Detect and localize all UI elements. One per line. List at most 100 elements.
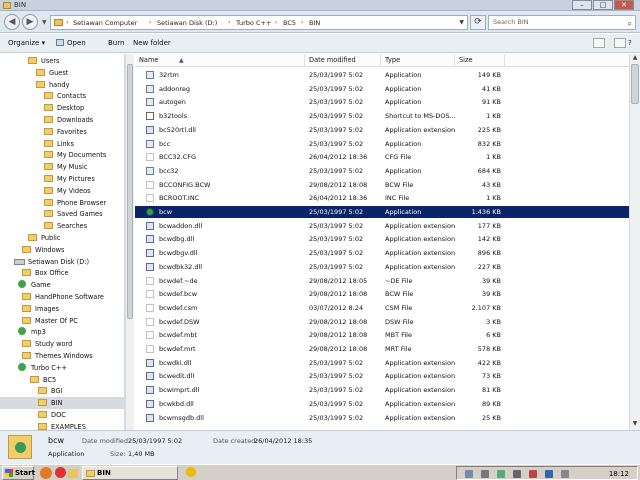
nav-item[interactable]: Box Office [0,267,124,279]
file-row[interactable]: bcwdef.bcw 29/08/2012 18:08 BCW File 39 KB [135,288,629,300]
breadcrumb-disk[interactable]: Setiawan Disk (D:) [157,19,217,27]
scroll-thumb[interactable] [631,64,639,104]
file-row[interactable]: bcc32 25/03/1997 5:02 Application 684 KB [135,165,629,177]
burn-button[interactable]: Burn [108,39,124,47]
nav-item[interactable]: Turbo C++ [0,362,124,374]
nav-scrollbar[interactable] [125,54,134,430]
taskbar-item-bin[interactable]: BIN [82,466,178,480]
nav-item[interactable]: Desktop [0,102,124,114]
preview-pane-button[interactable] [614,38,626,48]
file-row[interactable]: BCCONFIG.BCW 29/08/2012 18:08 BCW File 43 K… [135,179,629,191]
nav-scroll-thumb[interactable] [127,64,133,319]
tray-arrow-icon[interactable] [465,470,473,478]
column-type[interactable]: Type [381,54,455,67]
nav-item[interactable]: Contacts [0,90,124,102]
breadcrumb-separator[interactable]: › [228,19,230,26]
maximize-button[interactable]: □ [593,0,613,10]
file-list-scrollbar[interactable]: ▲ ▼ [629,54,640,430]
security-icon[interactable] [497,470,505,478]
bluetooth-icon[interactable] [545,470,553,478]
search-input[interactable]: Search BIN ⌕ [488,15,636,30]
close-button[interactable]: ✕ [614,0,634,10]
breadcrumb-turbo[interactable]: Turbo C++ [236,19,271,27]
nav-item[interactable]: Downloads [0,114,124,126]
nav-item[interactable]: Setiawan Disk (D:) [0,256,124,268]
nav-item[interactable]: BGI [0,385,124,397]
nav-item[interactable]: Saved Games [0,208,124,220]
start-button[interactable]: Start [2,466,35,480]
file-row[interactable]: bcc 25/03/1997 5:02 Application 832 KB [135,138,629,150]
open-button[interactable]: Open [67,39,86,47]
file-row[interactable]: bcwdef.mrt 29/08/2012 18:08 MRT File 578 KB [135,343,629,355]
title-bar[interactable]: BIN – □ ✕ [0,0,640,11]
nav-item[interactable]: BIN [0,397,124,410]
breadcrumb-separator[interactable]: › [275,19,277,26]
breadcrumb-bc5[interactable]: BC5 [283,19,296,27]
recent-pages-dropdown[interactable]: ▼ [42,19,47,26]
antivirus-icon[interactable] [529,470,537,478]
file-row[interactable]: BCROOT.INC 26/04/2012 18:36 INC File 1 KB [135,192,629,204]
nav-item[interactable]: Master Of PC [0,315,124,327]
file-row[interactable]: bcwdef.~de 29/08/2012 18:05 ~DE File 39 KB [135,275,629,287]
view-options-button[interactable] [593,38,605,48]
file-row[interactable]: bcwedit.dll 25/03/1997 5:02 Application ex… [135,370,629,382]
file-row[interactable]: addonreg 25/03/1997 5:02 Application 41 KB [135,83,629,95]
minimize-button[interactable]: – [572,0,592,10]
forward-button[interactable]: ▶ [22,14,38,30]
scroll-down-icon[interactable]: ▼ [631,420,639,427]
file-row[interactable]: 32rtm 25/03/1997 5:02 Application 149 KB [135,69,629,81]
volume-icon[interactable] [513,470,521,478]
nav-item[interactable]: Public [0,232,124,244]
file-row[interactable]: bcwdki.dll 25/03/1997 5:02 Application ext… [135,357,629,369]
help-icon[interactable]: ? [628,39,632,47]
breadcrumb-bin[interactable]: BIN [309,19,320,27]
back-button[interactable]: ◀ [4,14,20,30]
file-row[interactable]: bcwdef.csm 03/07/2012 8:24 CSM File 2.107 K… [135,302,629,314]
chevron-down-icon[interactable]: ▼ [459,19,464,26]
nav-item[interactable]: Windows [0,244,124,256]
search-icon[interactable]: ⌕ [628,17,632,30]
file-row[interactable]: bcwdbg.dll 25/03/1997 5:02 Application ext… [135,233,629,245]
battery-icon[interactable] [561,470,569,478]
column-size[interactable]: Size [455,54,505,67]
folder-icon[interactable] [68,469,78,478]
nav-item[interactable]: HandPhone Software [0,291,124,303]
file-row[interactable]: bcwimprt.dll 25/03/1997 5:02 Application e… [135,384,629,396]
nav-item[interactable]: Phone Browser [0,197,124,209]
clock[interactable]: 18:12 [609,468,629,480]
file-row[interactable]: autogen 25/03/1997 5:02 Application 91 KB [135,96,629,108]
nav-item[interactable]: Users [0,55,124,67]
file-row[interactable]: b32tools 25/03/1997 5:02 Shortcut to MS-DO… [135,110,629,122]
nav-item[interactable]: My Music [0,161,124,173]
nav-item[interactable]: My Pictures [0,173,124,185]
scroll-up-icon[interactable]: ▲ [631,54,639,61]
nav-item[interactable]: Themes Windows [0,350,124,362]
file-row[interactable]: bcwdbk32.dll 25/03/1997 5:02 Application e… [135,261,629,273]
file-row[interactable]: bcwdef.DSW 29/08/2012 18:08 DSW File 3 KB [135,316,629,328]
nav-item[interactable]: BC5 [0,374,124,386]
file-row[interactable]: BCC32.CFG 26/04/2012 18:36 CFG File 1 KB [135,151,629,163]
nav-item[interactable]: handy [0,79,124,91]
file-row[interactable]: bc520rtl.dll 25/03/1997 5:02 Application e… [135,124,629,136]
file-row[interactable]: bcwdef.mbt 29/08/2012 18:08 MBT File 6 KB [135,329,629,341]
breadcrumb-computer[interactable]: Setiawan Computer [73,19,137,27]
nav-item[interactable]: Study word [0,338,124,350]
nav-item[interactable]: Favorites [0,126,124,138]
nav-item[interactable]: DOC [0,409,124,421]
column-date[interactable]: Date modified [305,54,381,67]
address-field[interactable]: › Setiawan Computer › Setiawan Disk (D:)… [50,15,468,30]
breadcrumb-separator[interactable]: › [301,19,303,26]
paint-icon[interactable] [186,467,196,477]
breadcrumb-separator[interactable]: › [66,19,68,26]
file-row[interactable]: bcwkbd.dll 25/03/1997 5:02 Application ext… [135,398,629,410]
network-icon[interactable] [481,470,489,478]
nav-item[interactable]: mp3 [0,326,124,338]
breadcrumb-separator[interactable]: › [149,19,151,26]
new-folder-button[interactable]: New folder [133,39,171,47]
file-row[interactable]: bcwmsgdb.dll 25/03/1997 5:02 Application e… [135,412,629,424]
nav-item[interactable]: Images [0,303,124,315]
organize-button[interactable]: Organize ▾ [8,39,45,47]
nav-item[interactable]: Searches [0,220,124,232]
file-row[interactable]: bcwaddon.dll 25/03/1997 5:02 Application e… [135,220,629,232]
nav-item[interactable]: My Videos [0,185,124,197]
